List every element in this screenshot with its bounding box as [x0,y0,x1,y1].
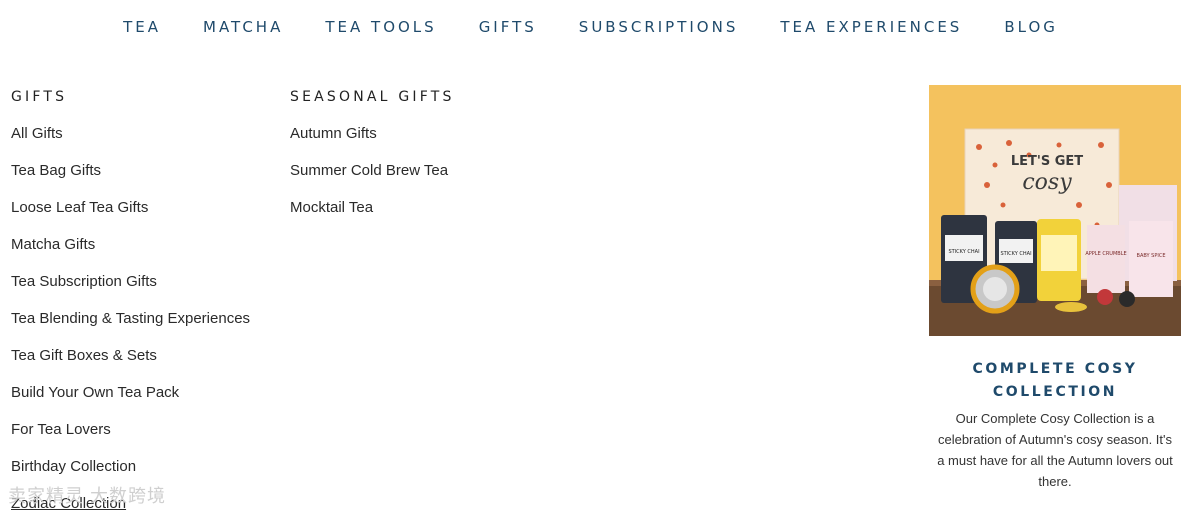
promo-title-line2: COLLECTION [992,384,1118,400]
link-autumn-gifts[interactable]: Autumn Gifts [290,125,377,142]
promo-description: Our Complete Cosy Collection is a celebr… [937,411,1173,489]
nav-tea[interactable]: TEA [123,18,161,36]
nav-tea-tools[interactable]: TEA TOOLS [325,18,436,36]
promo-image[interactable]: LET'S GET cosy STICKY CHAI STICKY CHAI A… [929,85,1181,336]
nav-tea-experiences[interactable]: TEA EXPERIENCES [780,18,962,36]
promo-title-line1: COMPLETE COSY [972,361,1138,377]
nav-blog[interactable]: BLOG [1004,18,1058,36]
gifts-column: GIFTS All Gifts Tea Bag Gifts Loose Leaf… [11,88,250,531]
nav-gifts[interactable]: GIFTS [479,18,537,36]
promo-card: LET'S GET cosy STICKY CHAI STICKY CHAI A… [929,85,1181,492]
nav-matcha[interactable]: MATCHA [203,18,283,36]
watermark: 卖家精灵 大数跨境 [8,486,167,506]
link-tea-subscription-gifts[interactable]: Tea Subscription Gifts [11,273,157,290]
box-text-line1: LET'S GET [1011,154,1083,169]
tin-label-4: APPLE CRUMBLE [1085,251,1126,257]
gifts-link-list: All Gifts Tea Bag Gifts Loose Leaf Tea G… [11,124,250,531]
link-tea-bag-gifts[interactable]: Tea Bag Gifts [11,162,101,179]
seasonal-gifts-column: SEASONAL GIFTS Autumn Gifts Summer Cold … [290,88,455,235]
seasonal-link-list: Autumn Gifts Summer Cold Brew Tea Mockta… [290,124,455,235]
box-text-line2: cosy [1022,170,1072,195]
cosy-collection-illustration: LET'S GET cosy STICKY CHAI STICKY CHAI A… [929,85,1181,336]
link-matcha-gifts[interactable]: Matcha Gifts [11,236,95,253]
link-summer-cold-brew-tea[interactable]: Summer Cold Brew Tea [290,162,448,179]
tin-label-2: STICKY CHAI [1000,251,1031,257]
link-all-gifts[interactable]: All Gifts [11,125,63,142]
link-tea-gift-boxes-sets[interactable]: Tea Gift Boxes & Sets [11,347,157,364]
link-birthday-collection[interactable]: Birthday Collection [11,458,136,475]
gifts-column-title: GIFTS [11,89,68,105]
tin-label-1: STICKY CHAI [948,249,979,255]
tin-label-5: BABY SPICE [1137,253,1166,259]
promo-title[interactable]: COMPLETE COSY COLLECTION [929,358,1181,404]
link-build-your-own-tea-pack[interactable]: Build Your Own Tea Pack [11,384,179,401]
link-loose-leaf-tea-gifts[interactable]: Loose Leaf Tea Gifts [11,199,148,216]
link-mocktail-tea[interactable]: Mocktail Tea [290,199,373,216]
nav-subscriptions[interactable]: SUBSCRIPTIONS [579,18,739,36]
link-tea-blending-tasting[interactable]: Tea Blending & Tasting Experiences [11,310,250,327]
link-for-tea-lovers[interactable]: For Tea Lovers [11,421,111,438]
seasonal-gifts-title: SEASONAL GIFTS [290,89,455,105]
main-navigation: TEA MATCHA TEA TOOLS GIFTS SUBSCRIPTIONS… [0,0,1181,54]
